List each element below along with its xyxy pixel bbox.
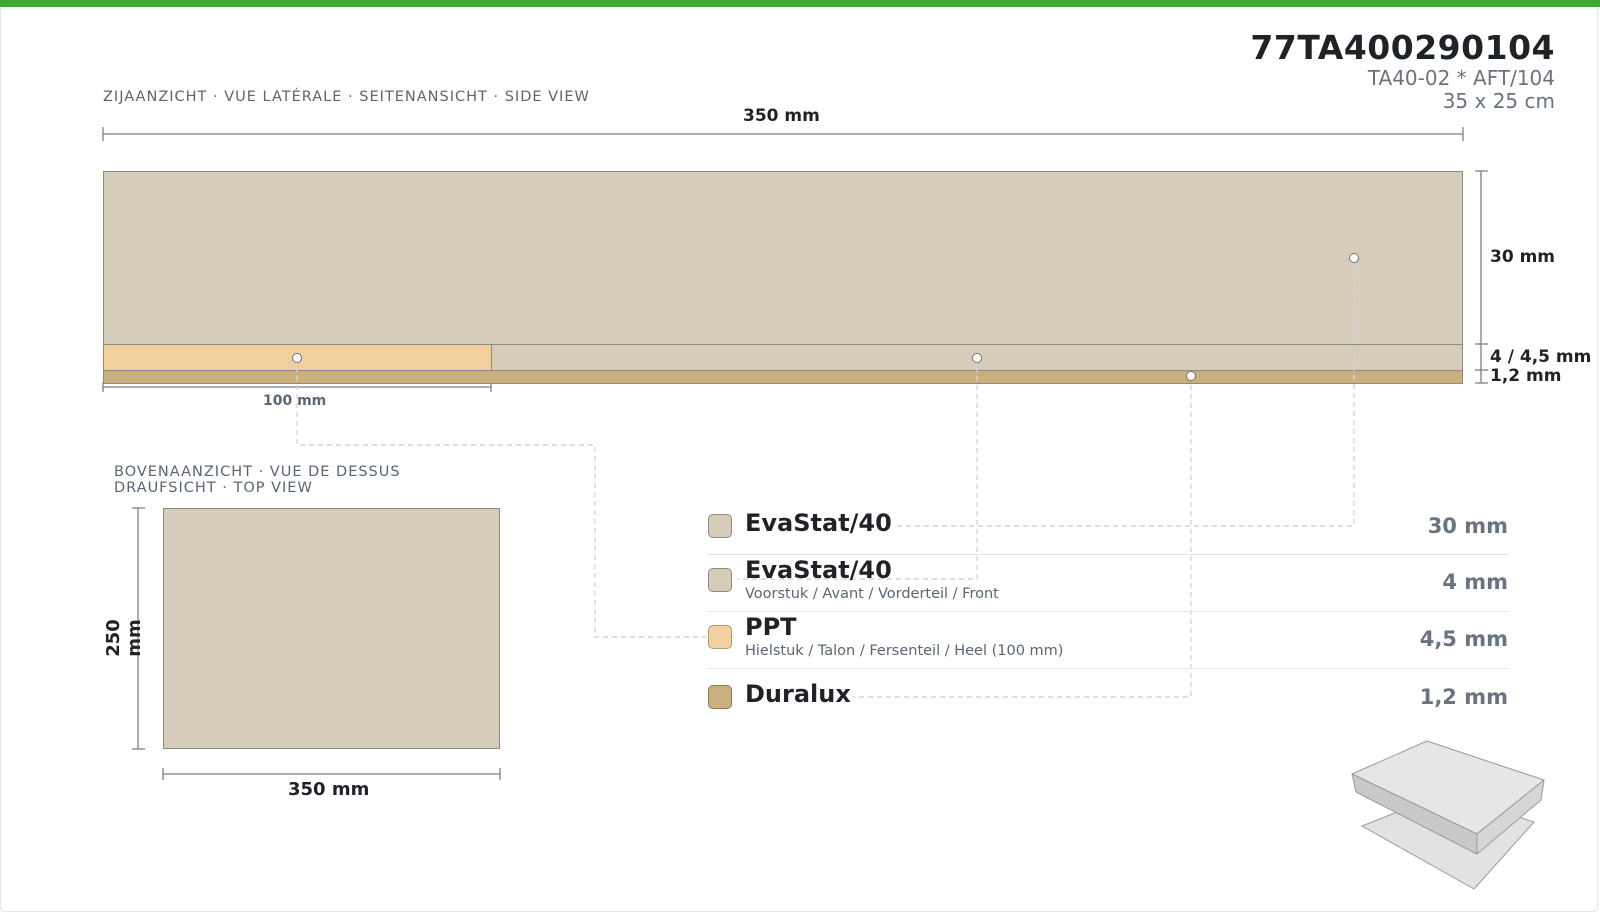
layered-sheet-isometric-icon: [1351, 740, 1545, 890]
